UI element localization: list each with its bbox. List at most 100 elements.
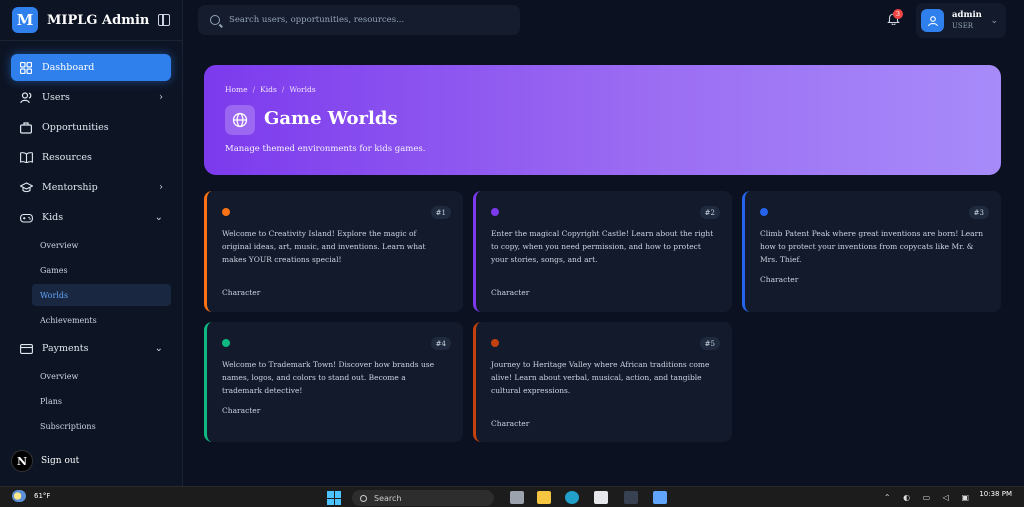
world-card[interactable]: #2 Enter the magical Copyright Castle! L…: [473, 191, 732, 312]
sidebar-item-dashboard[interactable]: Dashboard: [11, 54, 171, 81]
world-tag: Character: [222, 406, 261, 415]
graduation-cap-icon: [19, 181, 33, 195]
world-card[interactable]: #5 Journey to Heritage Valley where Afri…: [473, 322, 732, 442]
user-name: admin: [952, 10, 982, 21]
chevron-right-icon: ›: [159, 92, 163, 103]
sidebar-item-label: Mentorship: [42, 182, 98, 193]
grid-icon: [19, 61, 33, 75]
sidebar-subitem-kids-overview[interactable]: Overview: [11, 234, 171, 256]
world-description: Welcome to Creativity Island! Explore th…: [222, 229, 426, 264]
world-color-dot: [760, 208, 768, 216]
app-title: MIPLG Admin: [47, 12, 150, 28]
users-icon: [19, 91, 33, 105]
world-description: Enter the magical Copyright Castle! Lear…: [491, 229, 714, 264]
world-description: Climb Patent Peak where great inventions…: [760, 229, 984, 264]
system-tray[interactable]: ⌃ ◐ ▭ ◁ ▣: [884, 493, 974, 502]
world-tag: Character: [491, 288, 530, 297]
world-number-badge: #2: [699, 206, 720, 219]
world-color-dot: [491, 339, 499, 347]
taskbar-search-label: Search: [374, 493, 402, 503]
sidebar-subitem-payments-subscriptions[interactable]: Subscriptions: [11, 415, 171, 437]
sidebar-item-mentorship[interactable]: Mentorship ›: [11, 174, 171, 201]
edge-browser-icon[interactable]: [565, 491, 579, 504]
sidebar-item-label: Dashboard: [42, 62, 95, 73]
search-icon: [210, 15, 220, 25]
weather-widget[interactable]: 61°F: [12, 490, 50, 502]
sidebar-subitem-kids-games[interactable]: Games: [11, 259, 171, 281]
taskbar-search[interactable]: Search: [352, 490, 494, 506]
credit-card-icon: [19, 342, 33, 356]
sidebar-subitem-payments-plans[interactable]: Plans: [11, 390, 171, 412]
gamepad-icon: [19, 211, 33, 225]
sidebar-toggle-icon[interactable]: [158, 14, 170, 26]
world-tag: Character: [760, 275, 799, 284]
taskbar-clock[interactable]: 10:38 PM: [979, 490, 1012, 498]
breadcrumb-kids[interactable]: Kids: [260, 85, 277, 94]
windows-start-icon[interactable]: [327, 491, 341, 505]
notepad-icon[interactable]: [653, 491, 667, 504]
signout-avatar: N: [11, 450, 33, 472]
sidebar-subitem-kids-achievements[interactable]: Achievements: [11, 309, 171, 331]
user-info: admin USER: [952, 10, 982, 31]
sidebar-nav: Dashboard Users › Opportunities Resource…: [0, 41, 182, 437]
world-number-badge: #1: [430, 206, 451, 219]
sign-out-button[interactable]: N Sign out: [11, 450, 79, 472]
sidebar-item-resources[interactable]: Resources: [11, 144, 171, 171]
page-title: Game Worlds: [264, 108, 398, 129]
file-explorer-icon[interactable]: [537, 491, 551, 504]
chevron-down-icon: ⌄: [990, 15, 998, 26]
world-number-badge: #3: [968, 206, 989, 219]
sidebar-item-kids[interactable]: Kids ⌄: [11, 204, 171, 231]
terminal-icon[interactable]: [624, 491, 638, 504]
page-header: Home / Kids / Worlds Game Worlds Manage them…: [204, 65, 1001, 175]
sidebar-subitem-payments-overview[interactable]: Overview: [11, 365, 171, 387]
sidebar-item-label: Opportunities: [42, 122, 109, 133]
weather-temp: 61°F: [34, 492, 51, 500]
os-taskbar: 61°F Search ⌃ ◐ ▭ ◁ ▣ 10:38 PM: [0, 486, 1024, 507]
sidebar-item-users[interactable]: Users ›: [11, 84, 171, 111]
world-description: Journey to Heritage Valley where African…: [491, 360, 710, 395]
sidebar-item-opportunities[interactable]: Opportunities: [11, 114, 171, 141]
breadcrumb-home[interactable]: Home: [225, 85, 248, 94]
user-menu[interactable]: admin USER ⌄: [916, 3, 1006, 38]
sidebar-item-label: Payments: [42, 343, 89, 354]
world-number-badge: #5: [699, 337, 720, 350]
book-icon: [19, 151, 33, 165]
sidebar-item-label: Users: [42, 92, 70, 103]
world-card[interactable]: #4 Welcome to Trademark Town! Discover h…: [204, 322, 463, 442]
task-view-icon[interactable]: [510, 491, 524, 504]
world-card[interactable]: #3 Climb Patent Peak where great inventi…: [742, 191, 1001, 312]
world-number-badge: #4: [430, 337, 451, 350]
notification-badge: 3: [893, 9, 903, 19]
search-input[interactable]: Search users, opportunities, resources..…: [198, 5, 520, 35]
sidebar-subitem-kids-worlds[interactable]: Worlds: [32, 284, 171, 306]
world-tag: Character: [222, 288, 261, 297]
world-card[interactable]: #1 Welcome to Creativity Island! Explore…: [204, 191, 463, 312]
store-icon[interactable]: [594, 491, 608, 504]
breadcrumb: Home / Kids / Worlds: [225, 85, 316, 94]
chevron-down-icon: ⌄: [154, 343, 163, 354]
page-subtitle: Manage themed environments for kids game…: [225, 144, 426, 154]
search-icon: [360, 494, 367, 502]
search-placeholder: Search users, opportunities, resources..…: [229, 15, 405, 25]
chevron-right-icon: ›: [159, 182, 163, 193]
world-color-dot: [222, 208, 230, 216]
sidebar-item-label: Resources: [42, 152, 92, 163]
brand-logo: M: [12, 7, 38, 33]
world-color-dot: [491, 208, 499, 216]
chevron-down-icon: ⌄: [154, 212, 163, 223]
world-description: Welcome to Trademark Town! Discover how …: [222, 360, 435, 395]
topbar: Search users, opportunities, resources..…: [183, 0, 1024, 40]
breadcrumb-current: Worlds: [289, 85, 316, 94]
world-color-dot: [222, 339, 230, 347]
sidebar-item-label: Kids: [42, 212, 64, 223]
weather-icon: [12, 490, 26, 502]
user-avatar-icon: [921, 9, 944, 32]
briefcase-icon: [19, 121, 33, 135]
sign-out-label: Sign out: [41, 456, 80, 466]
brand: M MIPLG Admin: [0, 0, 182, 40]
user-role: USER: [952, 22, 974, 31]
world-tag: Character: [491, 419, 530, 428]
sidebar-item-payments[interactable]: Payments ⌄: [11, 335, 171, 362]
sidebar: M MIPLG Admin Dashboard Users › Opportun…: [0, 0, 183, 486]
